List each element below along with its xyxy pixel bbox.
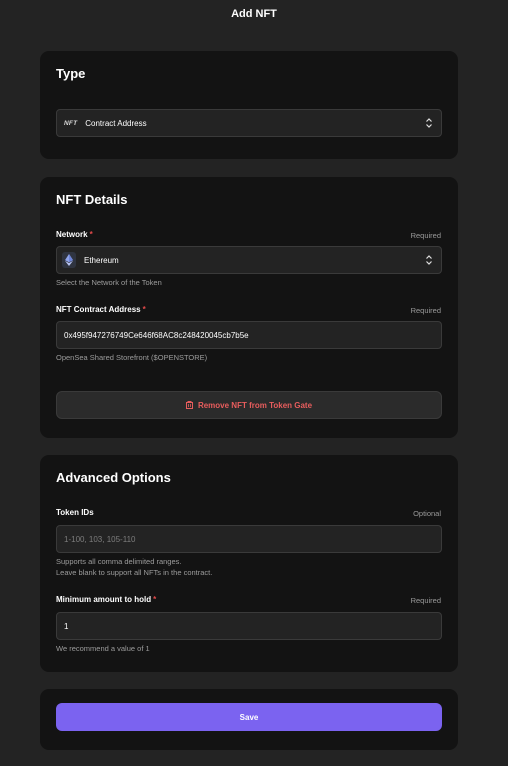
network-select-value: Ethereum xyxy=(84,255,119,265)
token-ids-helper-line-2: Leave blank to support all NFTs in the c… xyxy=(56,568,213,577)
token-ids-optional-tag: Optional xyxy=(413,509,441,518)
advanced-options-card: Advanced Options Token IDs Optional 1-10… xyxy=(40,455,458,672)
network-helper-text: Select the Network of the Token xyxy=(56,278,162,287)
required-asterisk: * xyxy=(142,305,146,314)
remove-nft-button[interactable]: Remove NFT from Token Gate xyxy=(56,391,442,419)
remove-nft-button-label: Remove NFT from Token Gate xyxy=(197,400,313,410)
required-asterisk: * xyxy=(153,595,157,604)
network-required-tag: Required xyxy=(410,231,441,240)
min-amount-helper-text: We recommend a value of 1 xyxy=(56,644,150,653)
nft-details-card: NFT Details Network * Required Ethereum S… xyxy=(40,177,458,438)
min-amount-label: Minimum amount to hold * xyxy=(56,595,156,604)
min-amount-required-tag: Required xyxy=(410,596,441,605)
nft-badge: NFT xyxy=(64,119,78,127)
contract-address-required-tag: Required xyxy=(410,306,441,315)
nft-details-title: NFT Details xyxy=(56,192,128,207)
contract-address-label-text: NFT Contract Address xyxy=(56,305,141,314)
advanced-options-title: Advanced Options xyxy=(56,470,171,485)
token-ids-input[interactable]: 1-100, 103, 105-110 xyxy=(56,525,442,553)
contract-address-input[interactable]: 0x495f947276749Ce646f68AC8c248420045cb7b… xyxy=(56,321,442,349)
page-title: Add NFT xyxy=(231,8,277,20)
required-asterisk: * xyxy=(89,230,93,239)
add-nft-page: Add NFT Type NFT Contract Address NFT De… xyxy=(0,0,508,766)
contract-address-helper-text: OpenSea Shared Storefront ($OPENSTORE) xyxy=(56,353,208,362)
min-amount-label-text: Minimum amount to hold xyxy=(56,595,152,604)
type-select-value: Contract Address xyxy=(85,118,147,128)
type-select[interactable]: NFT Contract Address xyxy=(56,109,442,137)
contract-address-label: NFT Contract Address * xyxy=(56,305,146,314)
token-ids-label: Token IDs xyxy=(56,508,94,517)
token-ids-helper-text: Supports all comma delimited ranges. Lea… xyxy=(56,556,212,578)
network-label-text: Network xyxy=(56,230,88,239)
min-amount-input[interactable]: 1 xyxy=(56,612,442,640)
save-button[interactable]: Save xyxy=(56,703,442,731)
ethereum-icon xyxy=(62,252,76,268)
chevron-up-down-icon xyxy=(426,118,432,128)
type-card-title: Type xyxy=(56,66,86,81)
network-label: Network * xyxy=(56,230,93,239)
type-card: Type NFT Contract Address xyxy=(40,51,458,159)
chevron-up-down-icon xyxy=(426,255,432,265)
token-ids-helper-line-1: Supports all comma delimited ranges. xyxy=(56,557,182,566)
save-card: Save xyxy=(40,689,458,750)
trash-icon xyxy=(185,401,193,409)
network-select[interactable]: Ethereum xyxy=(56,246,442,274)
